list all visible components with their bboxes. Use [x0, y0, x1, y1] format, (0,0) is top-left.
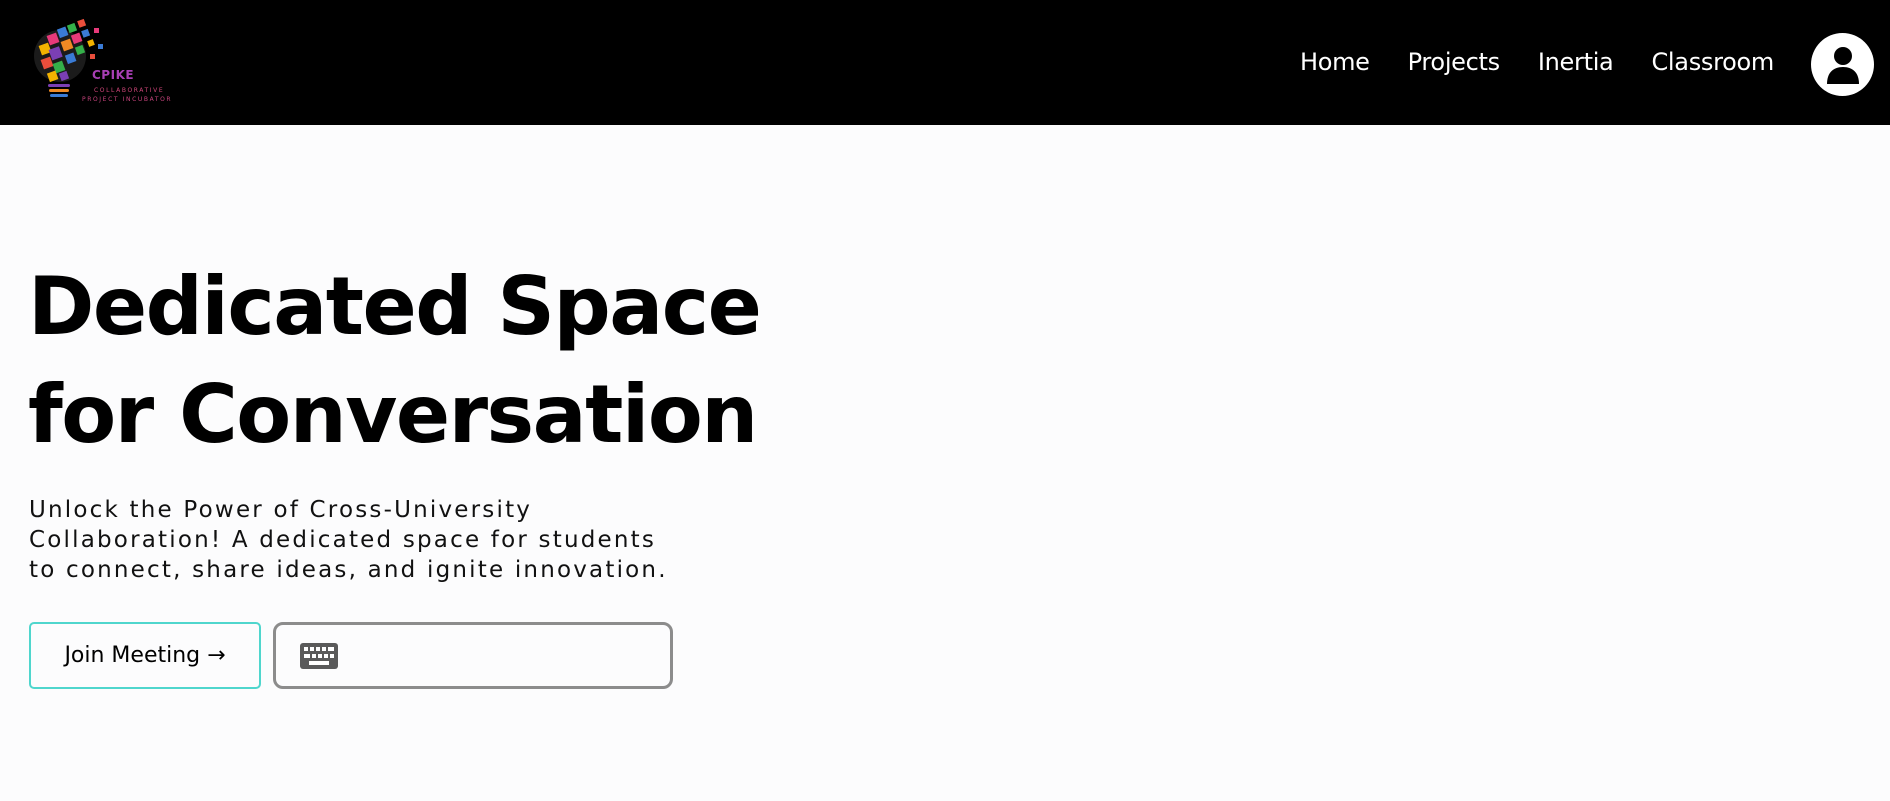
nav-home[interactable]: Home	[1300, 48, 1370, 76]
meeting-code-input[interactable]	[350, 635, 650, 676]
meeting-code-field[interactable]	[273, 622, 673, 689]
hero-title-line1: Dedicated Space	[28, 260, 762, 353]
brand-tagline-line2: PROJECT INCUBATOR	[82, 96, 173, 103]
hero-subtitle-line3: to connect, share ideas, and ignite inno…	[29, 557, 668, 583]
main-nav: Home Projects Inertia Classroom	[1300, 48, 1774, 76]
hero-title-line2: for Conversation	[28, 368, 758, 461]
nav-inertia[interactable]: Inertia	[1538, 48, 1614, 76]
hero-title: Dedicated Space for Conversation	[28, 253, 828, 469]
hero-subtitle: Unlock the Power of Cross-University Col…	[29, 495, 729, 585]
hero-subtitle-line1: Unlock the Power of Cross-University	[29, 497, 533, 523]
brand-logo[interactable]: CPIKE COLLABORATIVE PROJECT INCUBATOR	[30, 14, 180, 110]
nav-projects[interactable]: Projects	[1408, 48, 1501, 76]
top-navbar: CPIKE COLLABORATIVE PROJECT INCUBATOR Ho…	[0, 0, 1890, 125]
hero-subtitle-line2: Collaboration! A dedicated space for stu…	[29, 527, 657, 553]
join-meeting-button[interactable]: Join Meeting →	[29, 622, 261, 689]
brand-name: CPIKE	[92, 68, 135, 82]
keyboard-icon	[300, 642, 338, 669]
brand-tagline-line1: COLLABORATIVE	[94, 87, 165, 94]
user-icon	[1826, 46, 1859, 84]
nav-classroom[interactable]: Classroom	[1651, 48, 1774, 76]
profile-button[interactable]	[1811, 33, 1874, 96]
